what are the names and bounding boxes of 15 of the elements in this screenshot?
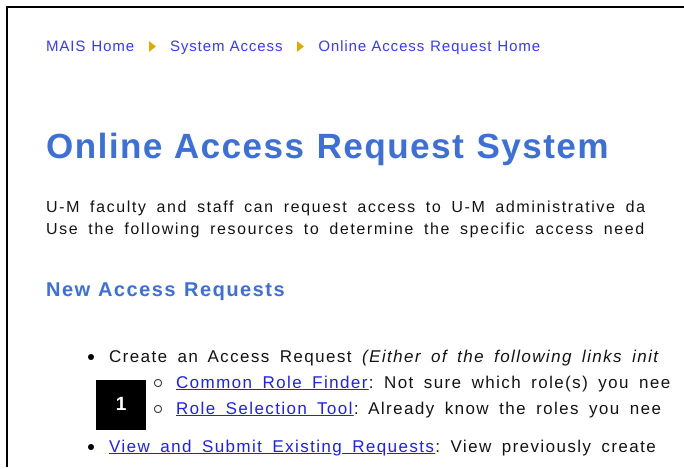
list-item-text: Common Role Finder: Not sure which role(s) you nee xyxy=(176,372,672,394)
breadcrumb-link[interactable]: Online Access Request Home xyxy=(318,38,542,55)
section-heading: New Access Requests xyxy=(46,279,288,302)
link[interactable]: Common Role Finder xyxy=(176,373,369,392)
list-item-text: View and Submit Existing Requests: View previously create xyxy=(109,436,658,458)
breadcrumb-link[interactable]: System Access xyxy=(170,38,284,55)
page-title: Online Access Request System xyxy=(46,127,611,167)
list-item-text: Role Selection Tool: Already know the roles you nee xyxy=(176,398,662,420)
intro-text: Use the following resources to determine the specific access need xyxy=(46,220,647,240)
link[interactable]: Role Selection Tool xyxy=(176,399,354,418)
callout-badge: 1 xyxy=(96,380,146,430)
breadcrumb-link[interactable]: MAIS Home xyxy=(46,38,135,55)
intro-text: U-M faculty and staff can request access to U-M administrative da xyxy=(46,198,648,218)
link[interactable]: View and Submit Existing Requests xyxy=(109,437,436,456)
list-item-text: Create an Access Request (Either of the following links init xyxy=(109,346,660,368)
